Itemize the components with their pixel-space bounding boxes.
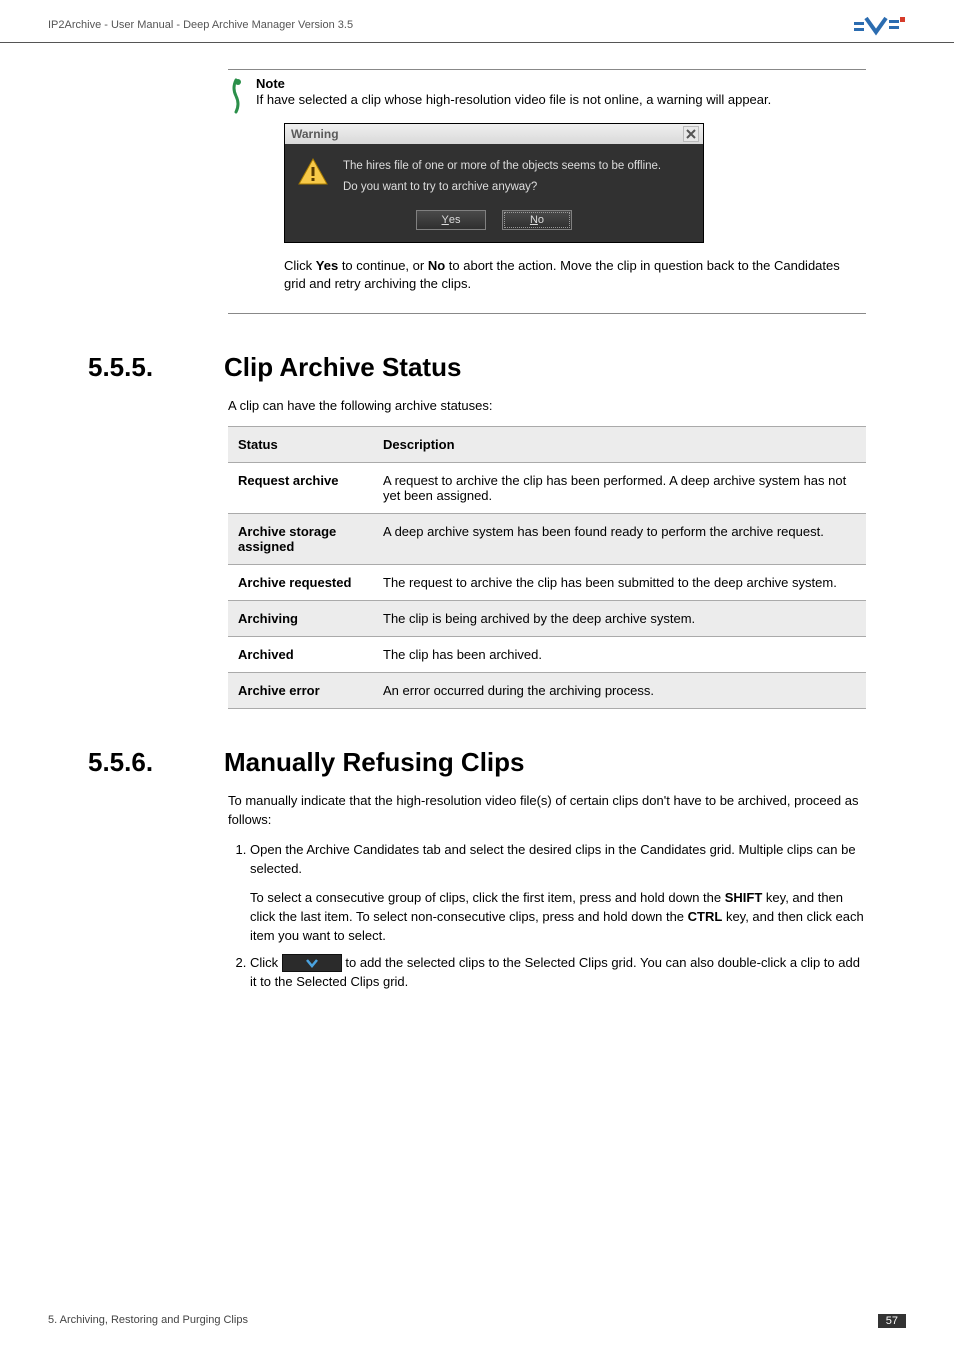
- note-block: Note If have selected a clip whose high-…: [228, 69, 866, 314]
- note-label: Note: [256, 76, 856, 91]
- list-item: Click to add the selected clips to the S…: [250, 954, 866, 992]
- table-row: Archive requested The request to archive…: [228, 564, 866, 600]
- close-icon[interactable]: [683, 126, 699, 142]
- section-number: 5.5.6.: [88, 747, 198, 778]
- page-footer: 5. Archiving, Restoring and Purging Clip…: [48, 1314, 906, 1328]
- warning-title: Warning: [291, 127, 339, 141]
- info-icon: [228, 76, 246, 123]
- section-number: 5.5.5.: [88, 352, 198, 383]
- section-555-intro: A clip can have the following archive st…: [228, 397, 866, 416]
- table-row: Request archive A request to archive the…: [228, 462, 866, 513]
- section-title: Manually Refusing Clips: [224, 747, 525, 778]
- evs-logo: [854, 14, 906, 36]
- table-row: Archiving The clip is being archived by …: [228, 600, 866, 636]
- table-header-status: Status: [228, 426, 373, 462]
- section-title: Clip Archive Status: [224, 352, 461, 383]
- warning-line2: Do you want to try to archive anyway?: [343, 177, 661, 198]
- no-button[interactable]: No: [502, 210, 572, 230]
- list-item: Open the Archive Candidates tab and sele…: [250, 841, 866, 945]
- section-556-intro: To manually indicate that the high-resol…: [228, 792, 866, 830]
- note-continue-text: Click Yes to continue, or No to abort th…: [284, 257, 856, 293]
- section-555-heading: 5.5.5. Clip Archive Status: [88, 352, 866, 383]
- footer-chapter: 5. Archiving, Restoring and Purging Clip…: [48, 1314, 248, 1328]
- yes-button[interactable]: Yes: [416, 210, 486, 230]
- section-556-heading: 5.5.6. Manually Refusing Clips: [88, 747, 866, 778]
- header-title: IP2Archive - User Manual - Deep Archive …: [48, 19, 353, 31]
- page-header: IP2Archive - User Manual - Deep Archive …: [0, 0, 954, 43]
- table-row: Archived The clip has been archived.: [228, 636, 866, 672]
- table-row: Archive storage assigned A deep archive …: [228, 513, 866, 564]
- table-header-desc: Description: [373, 426, 866, 462]
- table-row: Archive error An error occurred during t…: [228, 672, 866, 708]
- warning-titlebar: Warning: [285, 124, 703, 144]
- warning-dialog: Warning: [284, 123, 704, 242]
- note-text: If have selected a clip whose high-resol…: [256, 91, 856, 109]
- add-down-button[interactable]: [282, 954, 342, 972]
- status-table: Status Description Request archive A req…: [228, 426, 866, 709]
- steps-list: Open the Archive Candidates tab and sele…: [228, 841, 866, 991]
- footer-page: 57: [878, 1314, 906, 1328]
- warning-line1: The hires file of one or more of the obj…: [343, 156, 661, 177]
- warning-triangle-icon: [297, 156, 329, 188]
